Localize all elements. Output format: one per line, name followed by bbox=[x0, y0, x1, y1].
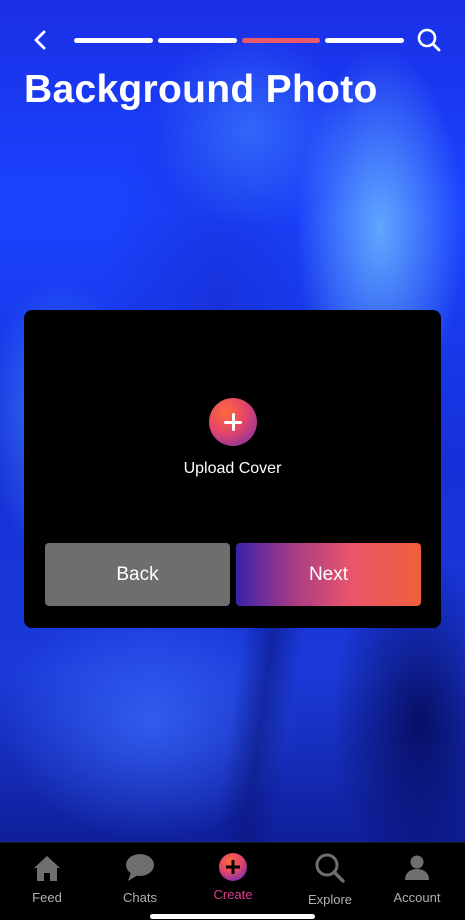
nav-label-feed: Feed bbox=[32, 890, 62, 905]
upload-card: Upload Cover Back Next bbox=[24, 310, 441, 628]
bottom-nav: Feed Chats Create Explore Account bbox=[0, 842, 465, 920]
nav-label-create: Create bbox=[213, 887, 253, 902]
top-bar bbox=[0, 22, 465, 58]
nav-item-chats[interactable]: Chats bbox=[95, 851, 185, 911]
back-button[interactable]: Back bbox=[45, 543, 230, 606]
progress-step-4 bbox=[325, 38, 404, 43]
progress-step-2 bbox=[157, 38, 237, 43]
nav-item-account[interactable]: Account bbox=[372, 851, 462, 911]
progress-step-1 bbox=[74, 38, 153, 43]
nav-item-feed[interactable]: Feed bbox=[2, 851, 92, 911]
home-icon bbox=[34, 856, 60, 881]
home-indicator bbox=[150, 914, 315, 919]
upload-cover-button[interactable] bbox=[209, 398, 257, 446]
background-photo-screen: Background Photo Upload Cover Back Next … bbox=[0, 0, 465, 920]
nav-item-create[interactable]: Create bbox=[188, 851, 278, 911]
nav-item-explore[interactable]: Explore bbox=[285, 851, 375, 911]
step-progress bbox=[74, 38, 404, 43]
plus-circle-icon bbox=[219, 853, 247, 881]
nav-label-explore: Explore bbox=[307, 892, 353, 907]
progress-step-3-active bbox=[241, 38, 321, 43]
chat-bubble-icon bbox=[126, 854, 154, 881]
page-title: Background Photo bbox=[24, 68, 378, 111]
plus-icon-v bbox=[231, 413, 235, 431]
upload-cover-label: Upload Cover bbox=[183, 460, 282, 477]
search-icon bbox=[315, 853, 345, 883]
nav-label-account: Account bbox=[393, 890, 441, 905]
person-icon bbox=[405, 855, 429, 880]
search-icon[interactable] bbox=[416, 27, 442, 53]
nav-label-chats: Chats bbox=[123, 890, 157, 905]
next-button[interactable]: Next bbox=[236, 543, 421, 606]
back-arrow-icon[interactable] bbox=[30, 29, 52, 51]
